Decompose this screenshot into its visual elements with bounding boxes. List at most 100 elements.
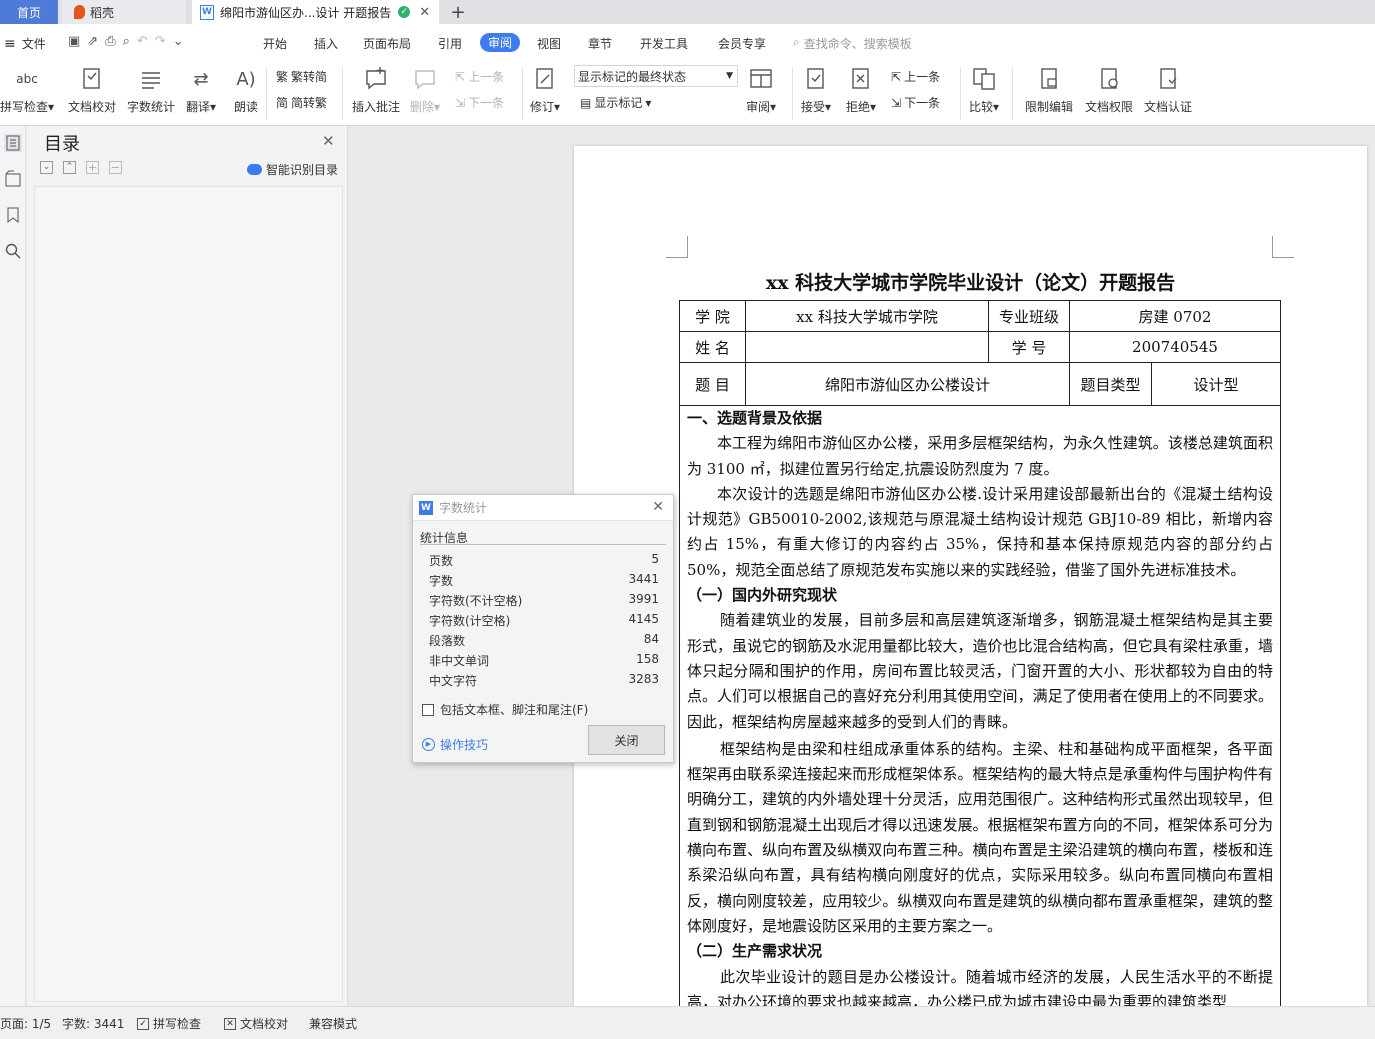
- save-icon[interactable]: ▣: [68, 34, 87, 49]
- search-rail-icon[interactable]: [4, 242, 22, 263]
- menu-references[interactable]: 引用: [438, 35, 462, 52]
- translate-icon: ⇄: [193, 68, 209, 90]
- new-tab-button[interactable]: +: [446, 0, 470, 24]
- page-indicator[interactable]: 页面: 1/5: [0, 1015, 51, 1032]
- stat-value: 84: [643, 632, 659, 646]
- command-search[interactable]: ⌕ 查找命令、搜索模板: [793, 35, 912, 52]
- translate-button[interactable]: ⇄ 翻译▾: [186, 64, 216, 115]
- accept-button[interactable]: 接受▾: [801, 64, 831, 115]
- show-markup-button[interactable]: ▤ 显示标记 ▾: [580, 94, 651, 111]
- paragraph: 本次设计的选题是绵阳市游仙区办公楼.设计采用建设部最新出台的《混凝土结构设计规范…: [687, 484, 1273, 579]
- tab-home-label: 首页: [16, 5, 41, 20]
- status-spell-check[interactable]: ✓ 拼写检查: [137, 1015, 201, 1032]
- redo-icon[interactable]: ↷: [155, 34, 173, 49]
- next-comment-icon: ⇲: [455, 95, 466, 110]
- tab-document[interactable]: W 绵阳市游仙区办...设计 开题报告 ✓ ✕: [192, 0, 439, 24]
- tab-daoke[interactable]: 稻壳: [62, 0, 186, 24]
- simp-trad-icon: 简: [276, 96, 289, 110]
- menu-member[interactable]: 会员专享: [718, 35, 766, 52]
- undo-icon[interactable]: ↶: [137, 34, 155, 49]
- remove-heading-icon[interactable]: −: [109, 161, 122, 174]
- markup-display-select[interactable]: 显示标记的最终状态 ▼: [574, 65, 738, 87]
- spell-check-button[interactable]: abc 拼写检查▾: [0, 64, 54, 115]
- status-bar: 页面: 1/5 字数: 3441 ✓ 拼写检查 ✕ 文档校对 兼容模式: [0, 1006, 1375, 1039]
- export-icon[interactable]: ⇗: [87, 34, 105, 49]
- print-preview-icon[interactable]: ⌕: [123, 34, 137, 49]
- next-comment-label: 下一条: [468, 96, 505, 110]
- file-menu-label: 文件: [21, 37, 46, 51]
- menu-review[interactable]: 审阅: [480, 33, 521, 52]
- word-count-button[interactable]: 字数统计: [127, 64, 175, 115]
- section-heading: 一、选题背景及依据: [687, 409, 823, 427]
- restrict-edit-label: 限制编辑: [1025, 100, 1074, 114]
- stat-row: 中文字符 3283: [429, 672, 659, 689]
- reject-button[interactable]: 拒绝▾: [846, 64, 876, 115]
- close-tab-icon[interactable]: ✕: [419, 5, 430, 20]
- add-heading-icon[interactable]: +: [86, 161, 99, 174]
- close-toc-icon[interactable]: ✕: [322, 132, 335, 150]
- stat-value: 5: [651, 552, 659, 566]
- check-box-icon: ✓: [137, 1017, 149, 1030]
- class-value: 房建 0702: [1069, 300, 1281, 332]
- close-button[interactable]: 关闭: [588, 725, 665, 755]
- proofread-icon: [78, 64, 106, 94]
- track-changes-button[interactable]: 修订▾: [530, 64, 560, 115]
- smart-toc-label: 智能识别目录: [266, 163, 339, 177]
- menu-view[interactable]: 视图: [537, 35, 561, 52]
- menu-page-layout[interactable]: 页面布局: [363, 35, 411, 52]
- doc-cert-button[interactable]: 文档认证: [1144, 64, 1192, 115]
- stat-label: 字数: [429, 574, 454, 588]
- trad-to-simp-label: 繁转简: [291, 70, 328, 84]
- compare-label: 比较: [969, 100, 994, 114]
- track-changes-icon: [531, 64, 559, 94]
- tab-bar: 首页 稻壳 W 绵阳市游仙区办...设计 开题报告 ✓ ✕ +: [0, 0, 1375, 24]
- proofread-button[interactable]: 文档校对: [68, 64, 116, 115]
- delete-comment-button[interactable]: 删除▾: [410, 64, 440, 115]
- chevron-down-icon: ▼: [726, 71, 733, 81]
- id-label: 学 号: [988, 331, 1070, 363]
- toc-list[interactable]: [34, 186, 343, 1002]
- document-page[interactable]: xx 科技大学城市学院毕业设计（论文）开题报告 学 院 xx 科技大学城市学院 …: [574, 146, 1367, 1015]
- outline-rail-icon[interactable]: [4, 134, 22, 152]
- menu-start[interactable]: 开始: [263, 35, 287, 52]
- prev-revision-button[interactable]: ⇱ 上一条: [891, 68, 940, 85]
- smart-toc-button[interactable]: 智能识别目录: [247, 161, 338, 178]
- wps-writer-icon: W: [419, 500, 433, 515]
- insert-comment-label: 插入批注: [352, 100, 401, 114]
- compare-button[interactable]: 比较▾: [969, 64, 999, 115]
- prev-revision-icon: ⇱: [891, 69, 902, 84]
- word-count-indicator[interactable]: 字数: 3441: [62, 1015, 124, 1032]
- bookmark-rail-icon[interactable]: [4, 206, 22, 227]
- info-table: 学 院 xx 科技大学城市学院 专业班级 房建 0702 姓 名 学 号 200…: [679, 300, 1281, 406]
- prev-comment-icon: ⇱: [455, 69, 466, 84]
- play-circle-icon: ▶: [422, 738, 435, 751]
- review-pane-button[interactable]: 审阅▾: [746, 64, 776, 115]
- read-aloud-button[interactable]: A) 朗读: [232, 64, 260, 115]
- stat-value: 158: [636, 652, 659, 666]
- status-proofread[interactable]: ✕ 文档校对: [224, 1015, 288, 1032]
- tips-link[interactable]: ▶ 操作技巧: [422, 736, 488, 753]
- include-textbox-label: 包括文本框、脚注和尾注(F): [440, 703, 589, 717]
- trad-simp-icon: 繁: [276, 70, 289, 84]
- simp-to-trad-button[interactable]: 简简转繁: [276, 94, 327, 111]
- tab-home[interactable]: 首页: [0, 0, 58, 24]
- expand-all-icon[interactable]: ⌄: [40, 161, 53, 174]
- include-textbox-checkbox[interactable]: 包括文本框、脚注和尾注(F): [422, 701, 588, 718]
- print-icon[interactable]: ⎙: [105, 34, 122, 49]
- dialog-close-icon[interactable]: ✕: [652, 499, 664, 515]
- next-revision-button[interactable]: ⇲ 下一条: [891, 94, 940, 111]
- chapter-rail-icon[interactable]: [4, 170, 22, 191]
- next-revision-icon: ⇲: [891, 95, 902, 110]
- menu-developer[interactable]: 开发工具: [640, 35, 688, 52]
- trad-to-simp-button[interactable]: 繁繁转简: [276, 68, 327, 85]
- doc-permission-button[interactable]: 文档权限: [1085, 64, 1133, 115]
- insert-comment-button[interactable]: 插入批注: [352, 64, 400, 115]
- more-icon[interactable]: ⌄: [173, 34, 191, 49]
- restrict-edit-button[interactable]: 限制编辑: [1025, 64, 1073, 115]
- prev-comment-button[interactable]: ⇱ 上一条: [455, 68, 504, 85]
- menu-insert[interactable]: 插入: [314, 35, 338, 52]
- file-menu[interactable]: ≡ 文件: [4, 35, 46, 52]
- menu-chapter[interactable]: 章节: [588, 35, 612, 52]
- next-comment-button[interactable]: ⇲ 下一条: [455, 94, 504, 111]
- collapse-all-icon[interactable]: ⌃: [63, 161, 76, 174]
